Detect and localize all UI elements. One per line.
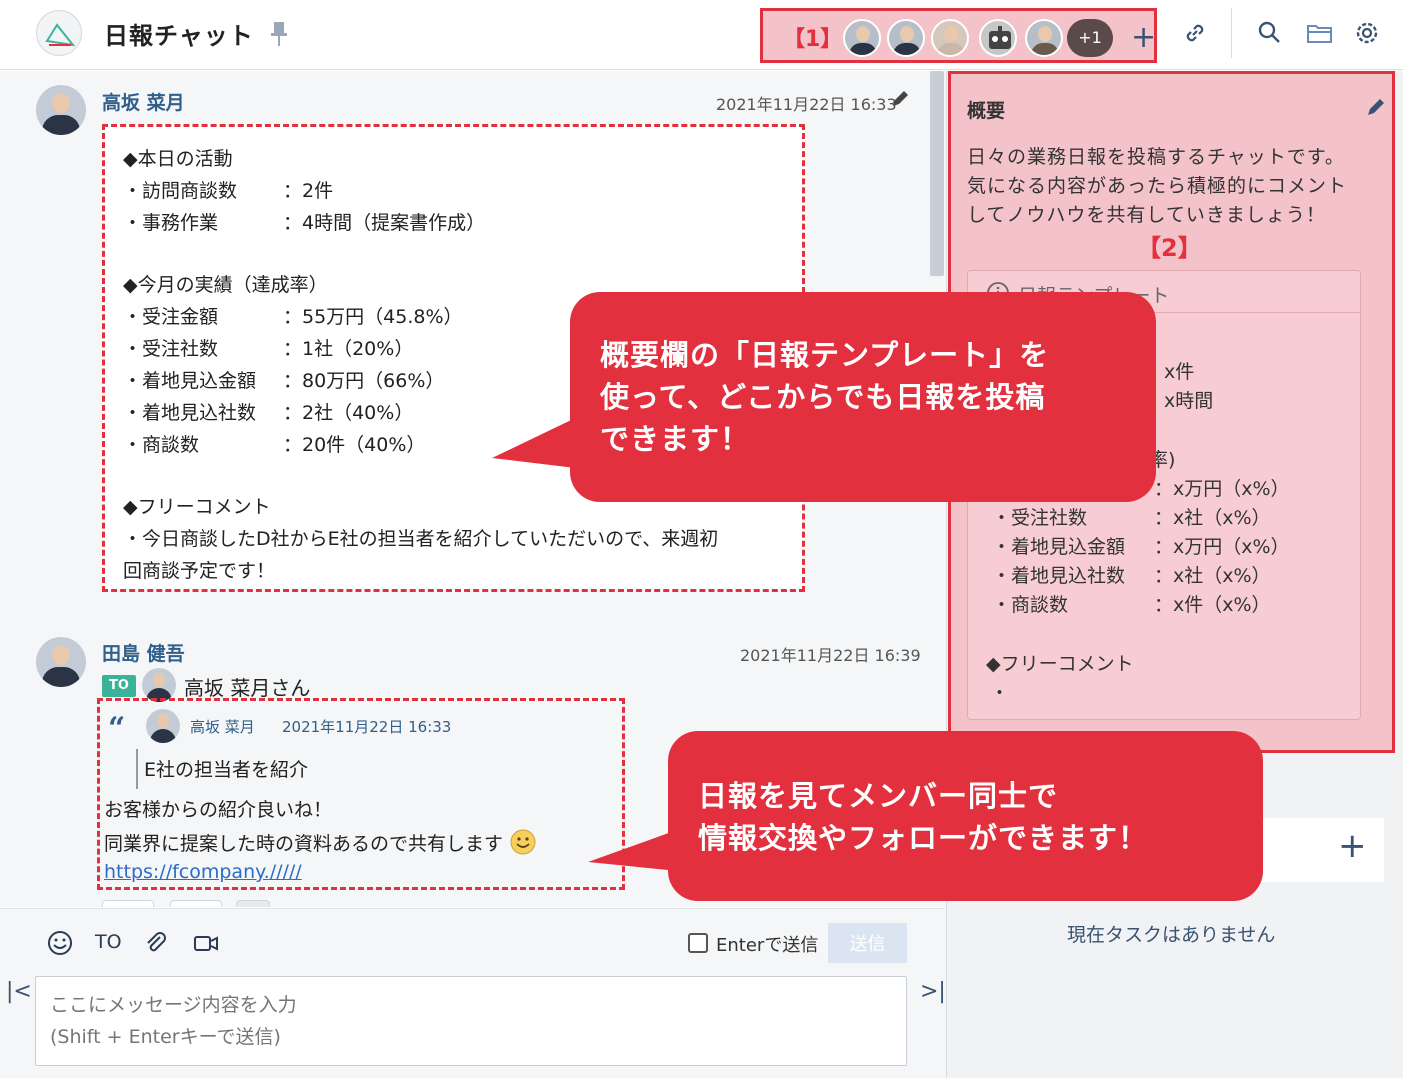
to-recipient: 高坂 菜月さん — [184, 676, 311, 700]
search-icon[interactable] — [1255, 18, 1285, 48]
room-header: 日報チャット 【1】 +1 + — [0, 0, 1403, 70]
overview-description: してノウハウを共有していきましょう！ — [967, 204, 1326, 226]
reply-body: “ 高坂 菜月 2021年11月22日 16:33 E社の担当者を紹介 お客様か… — [97, 698, 625, 890]
message-line: ・事務作業 ：4時間（提案書作成） — [123, 212, 486, 234]
reaction-button[interactable] — [170, 900, 222, 907]
member-avatar[interactable] — [843, 19, 881, 57]
to-button[interactable]: TO — [95, 931, 122, 953]
callout-template: 概要欄の「日報テンプレート」を 使って、どこからでも日報を投稿 できます！ — [570, 292, 1156, 502]
member-avatar[interactable] — [931, 19, 969, 57]
template-line: ・受注社数 ：x社（x%） — [992, 507, 1271, 529]
message-time: 2021年11月22日 16:33 — [716, 95, 897, 114]
quote-author[interactable]: 高坂 菜月 — [190, 716, 255, 737]
quote-icon: “ — [108, 711, 126, 746]
message-line: ・着地見込金額 ：80万円（66%） — [123, 370, 445, 392]
overview-title: 概要 — [967, 100, 1006, 122]
smile-emoji-icon — [510, 829, 536, 855]
no-task-label: 現在タスクはありません — [1067, 924, 1276, 946]
message-line: ・今日商談したD社からE社の担当者を紹介していただいので、来週初 — [123, 528, 719, 550]
pencil-icon[interactable] — [1365, 96, 1387, 118]
timeline-scrollbar[interactable] — [930, 71, 944, 276]
message-line: 回商談予定です！ — [123, 560, 276, 582]
message-input[interactable] — [35, 976, 907, 1066]
template-line: ◆フリーコメント — [986, 653, 1134, 675]
template-line: x時間 — [1164, 390, 1214, 412]
collapse-right-icon[interactable]: >| — [920, 979, 946, 1004]
message-line: ・商談数 ：20件（40%） — [123, 434, 426, 456]
quote-time[interactable]: 2021年11月22日 16:33 — [282, 716, 451, 737]
callout-line: 日報を見てメンバー同士で — [698, 779, 1059, 813]
enter-send-checkbox[interactable] — [688, 933, 708, 953]
template-line: ・着地見込金額 ：x万円（x%） — [992, 536, 1290, 558]
message-composer: TO Enterで送信 送信 |< >| — [0, 908, 946, 1078]
message-line: ・受注社数 ：1社（20%） — [123, 338, 414, 360]
member-avatar[interactable] — [1025, 19, 1063, 57]
callout-line: できます！ — [600, 422, 751, 456]
message-time: 2021年11月22日 16:39 — [740, 646, 921, 665]
annotation-tag-2: 【2】 — [1137, 234, 1202, 262]
message-line: ・訪問商談数 ：2件 — [123, 180, 334, 202]
member-list: 【1】 +1 + — [760, 8, 1157, 63]
callout-exchange: 日報を見てメンバー同士で 情報交換やフォローができます！ — [668, 731, 1263, 901]
enter-send-label[interactable]: Enterで送信 — [716, 931, 818, 957]
reaction-button[interactable] — [102, 900, 154, 907]
more-members-button[interactable]: +1 — [1067, 19, 1113, 57]
callout-line: 概要欄の「日報テンプレート」を — [600, 338, 1050, 372]
quote-bar — [136, 749, 138, 789]
room-title: 日報チャット — [104, 22, 254, 50]
bot-avatar[interactable] — [979, 19, 1017, 57]
gear-icon[interactable] — [1352, 18, 1382, 48]
message-line: ◆本日の活動 — [123, 148, 233, 170]
header-divider — [1231, 8, 1232, 58]
callout-line: 情報交換やフォローができます！ — [698, 821, 1149, 855]
link-icon[interactable] — [1180, 18, 1210, 48]
collapse-left-icon[interactable]: |< — [6, 979, 32, 1004]
emoji-icon[interactable] — [46, 929, 74, 957]
room-logo-icon — [36, 10, 82, 56]
message-line: ◆今月の実績（達成率） — [123, 274, 328, 296]
message-author[interactable]: 高坂 菜月 — [102, 88, 185, 115]
message-author[interactable]: 田島 健吾 — [102, 639, 185, 666]
add-member-icon[interactable]: + — [1131, 19, 1156, 57]
message-link[interactable]: https://fcompany.///// — [104, 861, 302, 883]
reply-line: 同業界に提案した時の資料あるので共有します — [104, 828, 537, 856]
to-avatar — [142, 668, 176, 702]
callout-line: 使って、どこからでも日報を投稿 — [600, 380, 1046, 414]
quote-avatar — [146, 709, 180, 743]
to-badge: TO — [102, 675, 136, 697]
pencil-icon[interactable] — [890, 89, 910, 109]
author-avatar[interactable] — [36, 85, 86, 135]
reply-line: お客様からの紹介良いね！ — [104, 799, 333, 821]
author-avatar[interactable] — [36, 637, 86, 687]
template-line: x件 — [1164, 361, 1195, 383]
paperclip-icon[interactable] — [142, 929, 170, 957]
message-line: ◆フリーコメント — [123, 496, 271, 518]
add-task-icon[interactable]: + — [1338, 826, 1367, 866]
template-line: ・商談数 ：x件（x%） — [992, 594, 1271, 616]
message-line: ・着地見込社数 ：2社（40%） — [123, 402, 414, 424]
message-line: ・受注金額 ：55万円（45.8%） — [123, 306, 463, 328]
folder-icon[interactable] — [1305, 18, 1335, 48]
template-line: ：x万円（x%） — [1154, 478, 1290, 500]
quote-text: E社の担当者を紹介 — [144, 759, 309, 781]
annotation-tag-1: 【1】 — [783, 27, 843, 52]
template-line: ・着地見込社数 ：x社（x%） — [992, 565, 1271, 587]
overview-description: 日々の業務日報を投稿するチャットです。 — [967, 146, 1345, 168]
send-button[interactable]: 送信 — [828, 923, 907, 963]
member-avatar[interactable] — [887, 19, 925, 57]
overview-description: 気になる内容があったら積極的にコメント — [967, 175, 1348, 197]
pin-icon[interactable] — [268, 20, 290, 48]
video-icon[interactable] — [192, 929, 220, 957]
template-line: ・ — [990, 682, 1010, 704]
reaction-button[interactable] — [236, 900, 270, 907]
